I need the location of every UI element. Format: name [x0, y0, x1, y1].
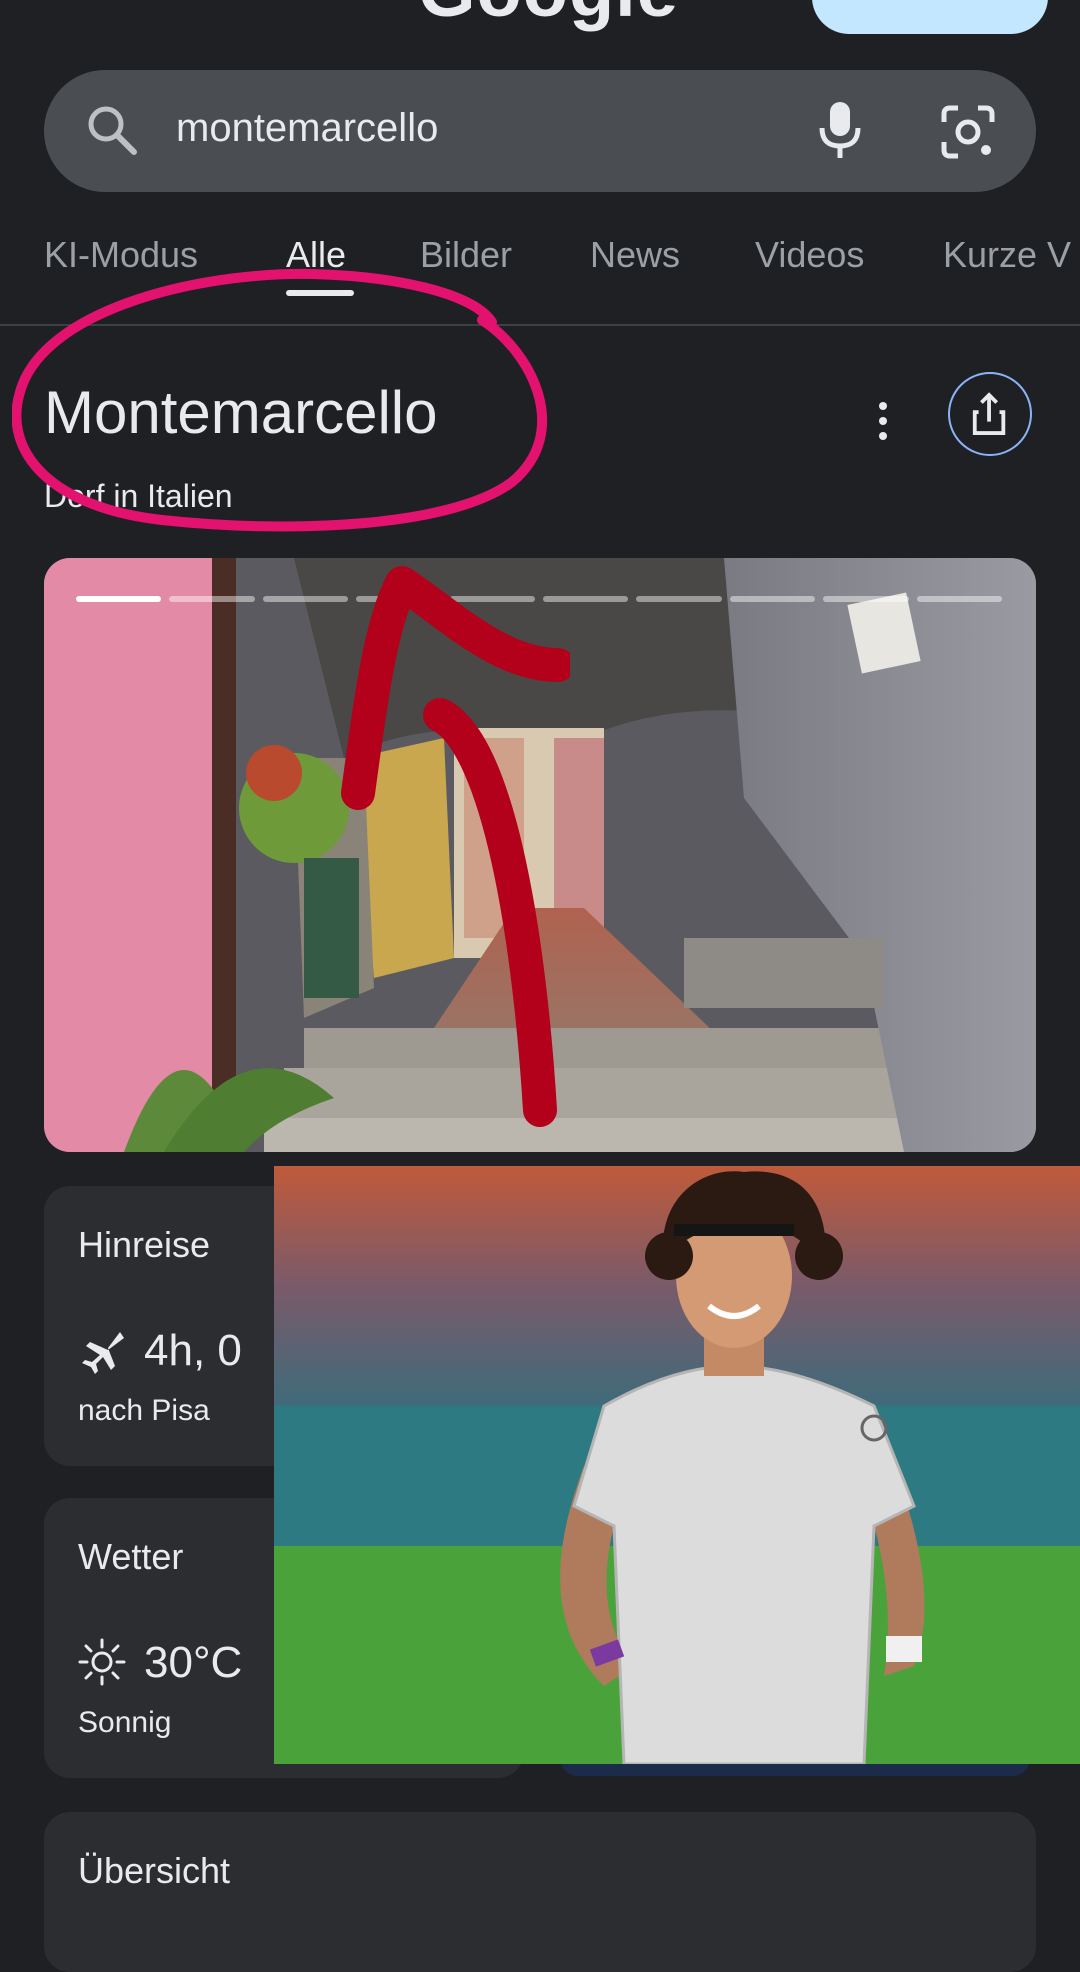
story-progress-segment — [636, 596, 722, 602]
story-progress-segment — [76, 596, 162, 602]
search-input[interactable]: montemarcello — [176, 106, 438, 151]
share-button[interactable] — [948, 372, 1032, 456]
more-options-icon[interactable] — [870, 396, 896, 446]
story-progress-segment — [729, 596, 816, 602]
footballer-overlay-photo — [274, 1166, 1080, 1764]
share-icon — [972, 392, 1006, 435]
story-progress-segment — [916, 596, 1003, 602]
circle-annotation — [12, 268, 548, 532]
airplane-icon — [82, 1332, 124, 1374]
sign-in-button[interactable] — [812, 0, 1048, 34]
travel-card-destination: nach Pisa — [78, 1394, 210, 1427]
travel-card-value: 4h, 0 — [144, 1326, 242, 1375]
arrow-annotation — [341, 566, 570, 1127]
travel-card-label: Hinreise — [78, 1224, 211, 1265]
google-logo: Google — [418, 0, 679, 33]
camera-lens-icon[interactable] — [940, 104, 996, 160]
tab-kurze-videos[interactable]: Kurze V — [943, 234, 1071, 276]
sun-icon — [78, 1638, 126, 1686]
weather-card-condition: Sonnig — [78, 1706, 172, 1739]
weather-card-value: 30°C — [144, 1638, 243, 1687]
tab-videos[interactable]: Videos — [755, 234, 864, 276]
search-icon[interactable] — [82, 100, 142, 160]
overview-card[interactable] — [44, 1812, 1036, 1972]
mic-icon[interactable] — [814, 100, 866, 160]
overview-card-label: Übersicht — [78, 1850, 231, 1891]
tab-news[interactable]: News — [590, 234, 680, 276]
story-progress-segment — [823, 596, 909, 602]
story-progress-segment — [169, 596, 255, 602]
weather-card-label: Wetter — [78, 1536, 184, 1577]
footballer-illustration — [274, 1166, 1080, 1764]
